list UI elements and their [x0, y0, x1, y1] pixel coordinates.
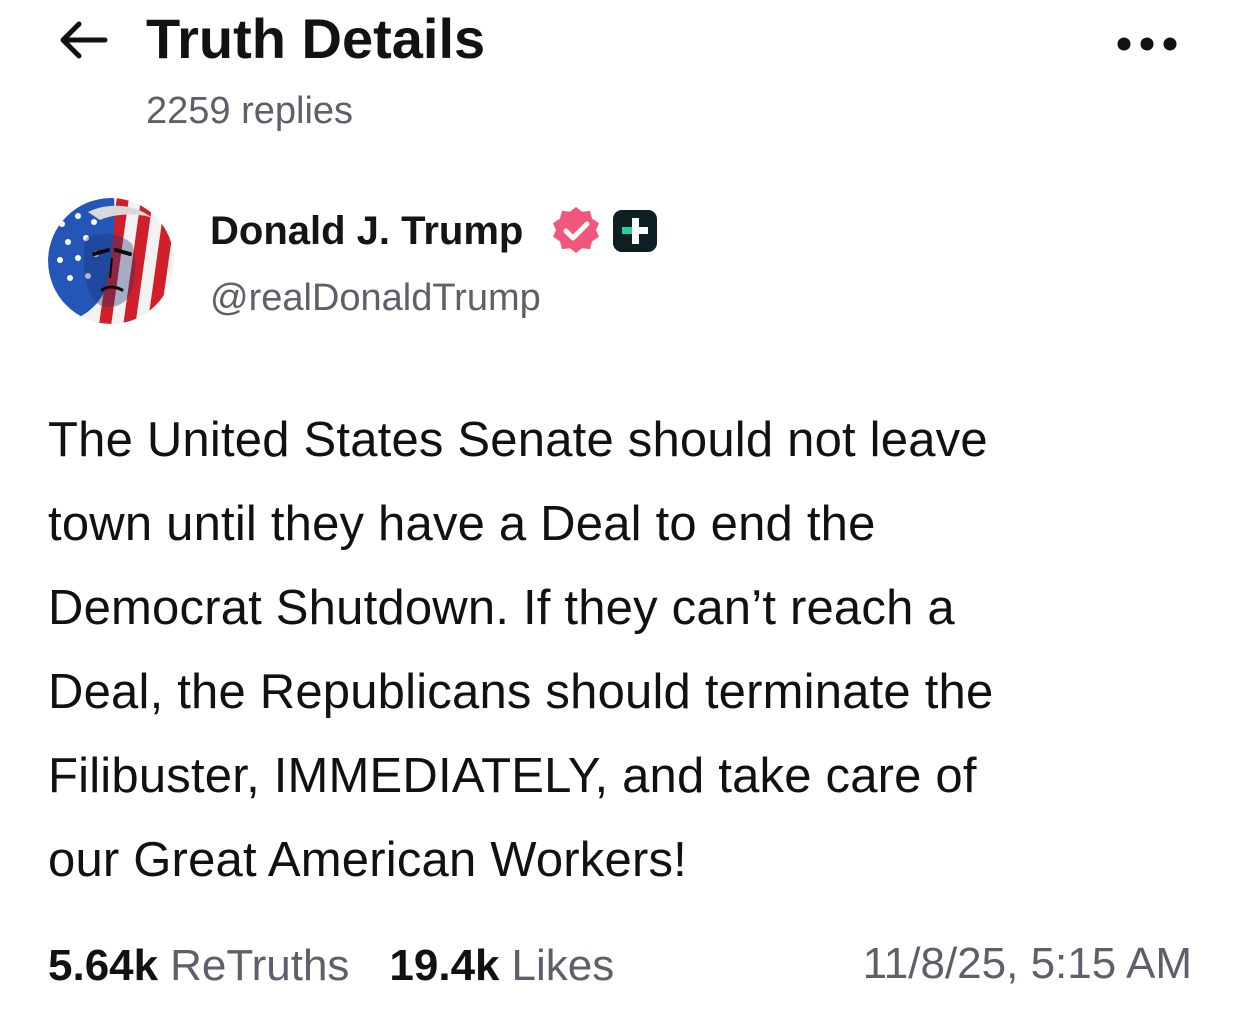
likes-label: Likes — [511, 941, 615, 990]
retruths-stat[interactable]: 5.64k ReTruths — [48, 938, 349, 994]
likes-stat[interactable]: 19.4k Likes — [389, 938, 614, 994]
plus-badge-icon — [613, 210, 657, 252]
likes-count: 19.4k — [389, 941, 500, 990]
author-name[interactable]: Donald J. Trump — [210, 206, 523, 256]
retruths-label: ReTruths — [170, 941, 350, 990]
arrow-left-icon — [60, 21, 108, 59]
post-timestamp: 11/8/25, 5:15 AM — [862, 939, 1192, 988]
replies-count[interactable]: 2259 replies — [146, 88, 353, 134]
back-button[interactable] — [52, 14, 114, 66]
page-title: Truth Details — [146, 7, 486, 70]
avatar[interactable] — [48, 198, 174, 324]
post-text: The United States Senate should not leav… — [48, 413, 994, 887]
post-stats: 5.64k ReTruths 19.4k Likes — [48, 936, 614, 996]
truth-details-screen: Truth Details 2259 replies Donald J. Tru… — [0, 0, 1242, 1012]
verified-badge-icon — [553, 206, 599, 253]
more-options-button[interactable] — [1112, 26, 1182, 62]
more-horizontal-icon — [1117, 37, 1177, 51]
retruths-count: 5.64k — [48, 941, 159, 990]
avatar-flag-portrait-image — [48, 198, 174, 324]
author-handle[interactable]: @realDonaldTrump — [210, 274, 541, 322]
